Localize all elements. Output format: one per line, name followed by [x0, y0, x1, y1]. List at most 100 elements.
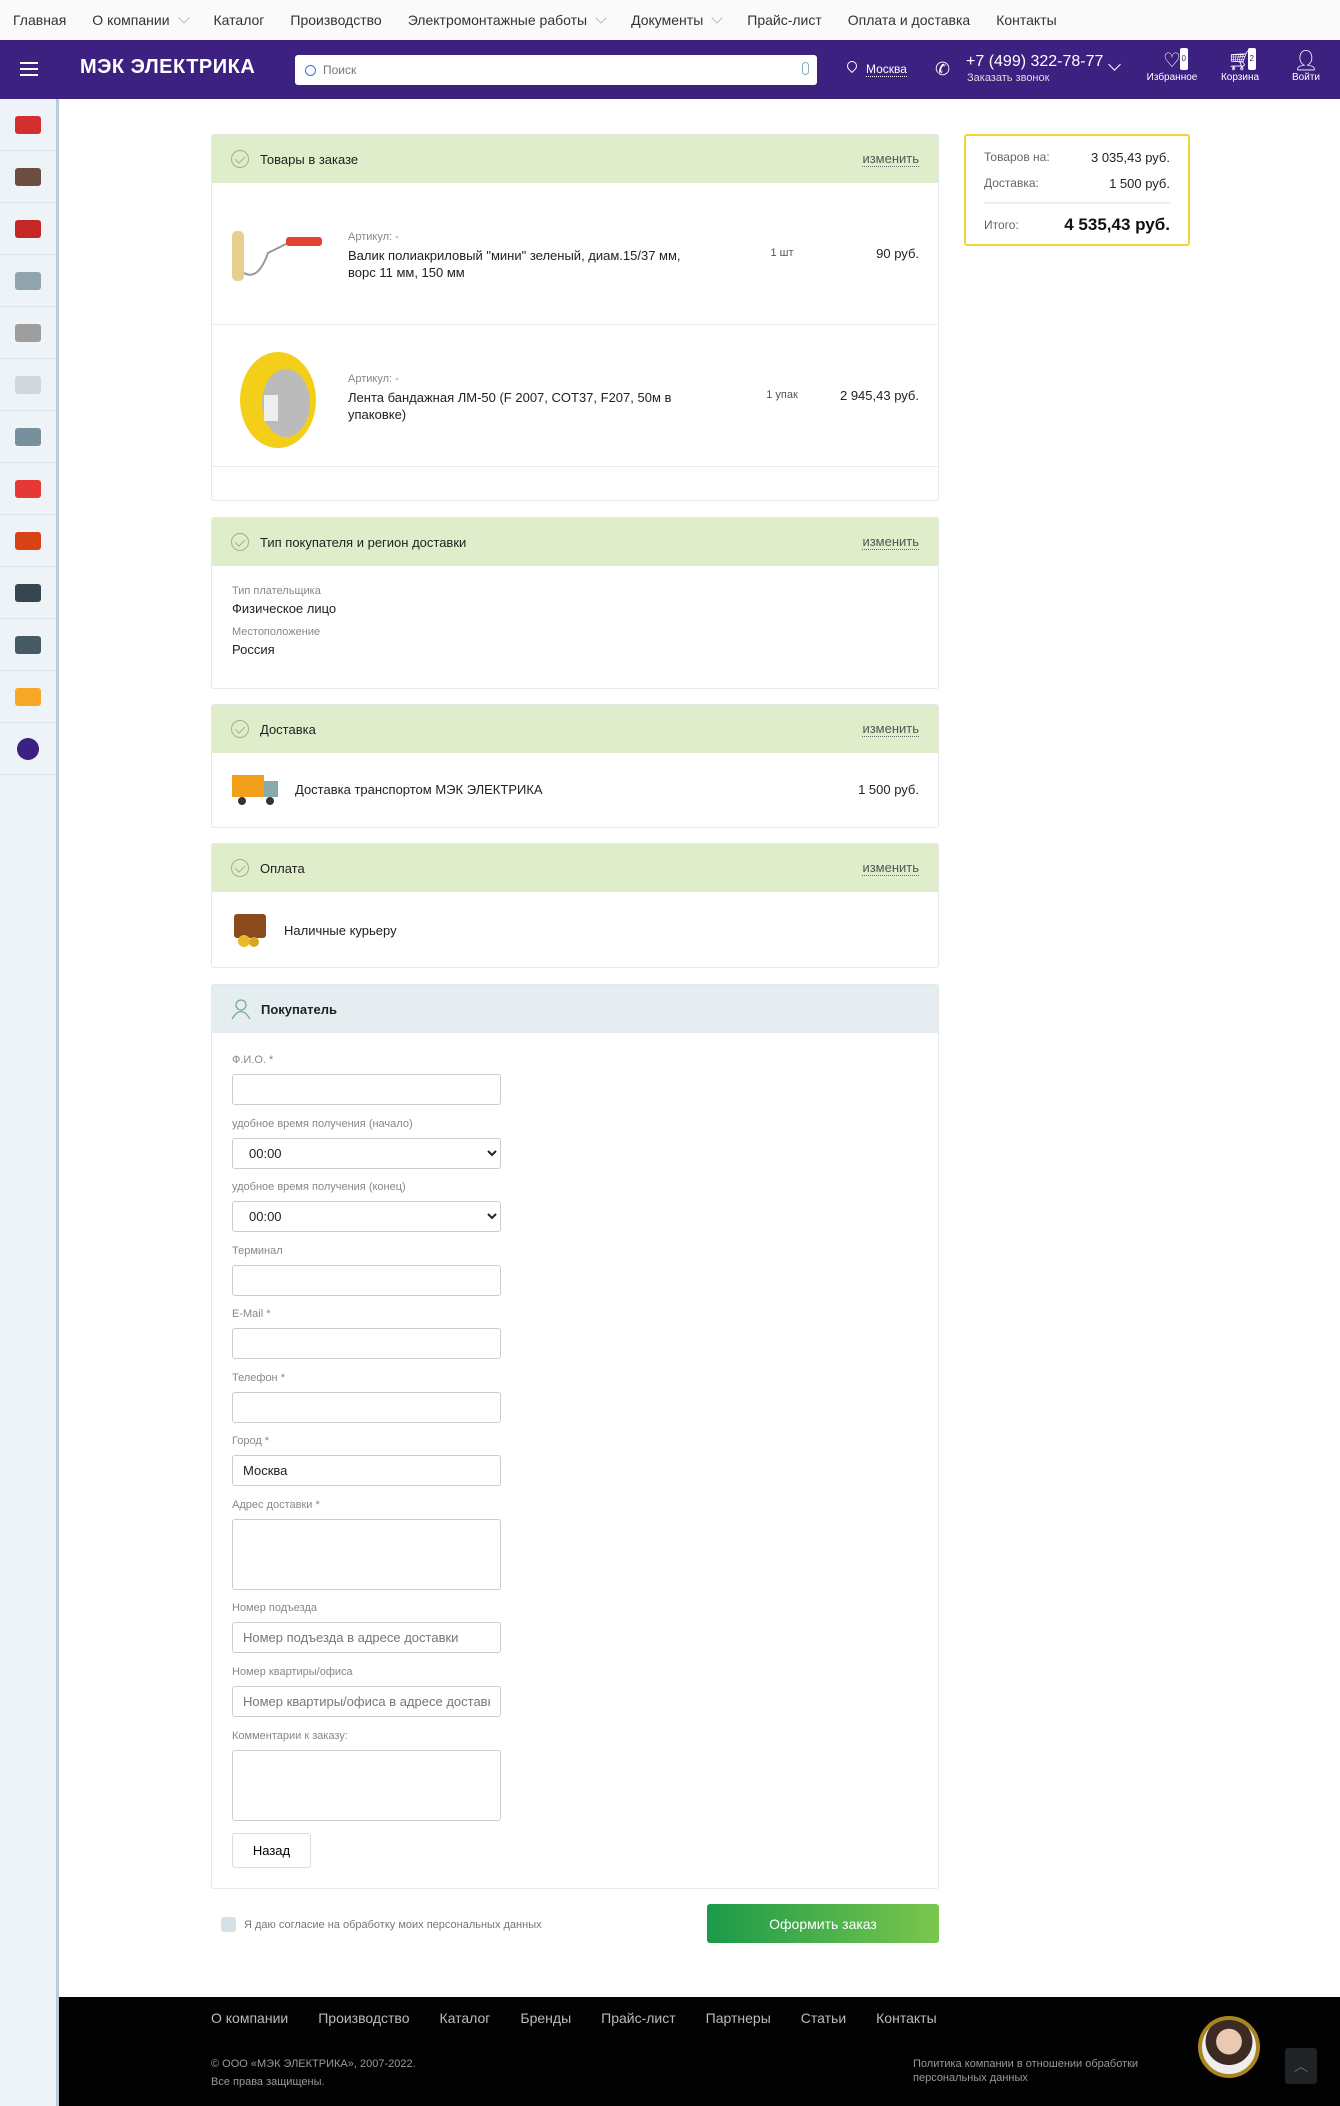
location-label: Местоположение: [232, 626, 321, 638]
sidebar-category-item[interactable]: [0, 411, 56, 463]
consent-label: Я даю согласие на обработку моих персона…: [244, 1918, 542, 1931]
chevron-down-icon: [177, 11, 190, 24]
sidebar-category-item[interactable]: [0, 567, 56, 619]
sidebar-category-item[interactable]: [0, 359, 56, 411]
topnav-item[interactable]: Контакты: [996, 12, 1056, 28]
footer-links: О компании Производство Каталог Бренды Прайс…: [211, 2010, 937, 2026]
sidebar-category-item[interactable]: [0, 671, 56, 723]
cart-button[interactable]: 🛒︎ 2 Корзина: [1210, 48, 1270, 83]
sidebar-category-item[interactable]: [0, 151, 56, 203]
footer-link[interactable]: Каталог: [440, 2010, 491, 2026]
email-input[interactable]: [232, 1328, 501, 1359]
address-textarea[interactable]: [232, 1519, 501, 1590]
topnav-item[interactable]: Документы: [631, 11, 723, 28]
field-label: Номер подъезда: [232, 1602, 318, 1614]
back-button[interactable]: Назад: [232, 1833, 311, 1868]
time-end-select[interactable]: 00:00: [232, 1201, 501, 1232]
logo[interactable]: МЭК ЭЛЕКТРИКА: [80, 56, 255, 79]
fio-input[interactable]: [232, 1074, 501, 1105]
search-input[interactable]: [323, 63, 773, 77]
phone-input[interactable]: [232, 1392, 501, 1423]
sidebar-category-item[interactable]: [0, 619, 56, 671]
edit-link[interactable]: изменить: [862, 860, 919, 876]
edit-link[interactable]: изменить: [862, 151, 919, 167]
callback-link[interactable]: Заказать звонок: [967, 72, 1049, 84]
consent-checkbox-row[interactable]: Я даю согласие на обработку моих персона…: [221, 1917, 542, 1932]
city-selector[interactable]: Москва: [866, 62, 907, 77]
payer-type-label: Тип плательщика: [232, 585, 321, 597]
consent-checkbox[interactable]: [221, 1917, 236, 1932]
category-icon: [15, 323, 41, 342]
phone-number[interactable]: +7 (499) 322-78-77: [966, 53, 1103, 71]
category-icon: [17, 737, 39, 760]
terminal-input[interactable]: [232, 1265, 501, 1296]
delivery-price: 1 500 руб.: [858, 782, 919, 797]
item-article: Артикул: -: [348, 231, 399, 243]
topnav-item[interactable]: Оплата и доставка: [848, 12, 970, 28]
user-icon: 👤︎: [1293, 50, 1319, 72]
topnav-item[interactable]: Главная: [13, 12, 66, 28]
city-input[interactable]: [232, 1455, 501, 1486]
topnav-item[interactable]: Каталог: [214, 12, 265, 28]
sidebar-category-item[interactable]: [0, 463, 56, 515]
footer-link[interactable]: Производство: [318, 2010, 409, 2026]
sidebar-category-item[interactable]: [0, 203, 56, 255]
topnav-label: Главная: [13, 12, 67, 28]
menu-icon[interactable]: [20, 62, 38, 76]
field-label: Город *: [232, 1435, 270, 1447]
heart-icon: ♡ 0: [1163, 48, 1188, 72]
chevron-down-icon[interactable]: [1108, 58, 1121, 71]
search-icon[interactable]: [305, 64, 316, 76]
sidebar-category-item[interactable]: [0, 255, 56, 307]
footer-link[interactable]: Прайс-лист: [601, 2010, 676, 2026]
footer-link[interactable]: Партнеры: [706, 2010, 771, 2026]
footer-link[interactable]: Контакты: [876, 2010, 936, 2026]
sidebar-category-item[interactable]: [0, 515, 56, 567]
delivery-label: Доставка:: [984, 176, 1039, 190]
category-icon: [15, 271, 41, 290]
sidebar-category-item[interactable]: [0, 723, 56, 775]
apartment-input[interactable]: [232, 1686, 501, 1717]
goods-label: Товаров на:: [984, 150, 1050, 164]
item-qty: 1 упак: [766, 389, 798, 401]
topnav-item[interactable]: Производство: [290, 12, 381, 28]
category-icon: [15, 583, 41, 602]
footer-link[interactable]: О компании: [211, 2010, 288, 2026]
edit-link[interactable]: изменить: [862, 534, 919, 550]
microphone-icon[interactable]: [802, 62, 809, 75]
footer-link[interactable]: Бренды: [520, 2010, 571, 2026]
topnav-item[interactable]: Прайс-лист: [747, 12, 822, 28]
order-item: Артикул: - Лента бандажная ЛМ-50 (F 2007…: [212, 325, 938, 467]
topnav-item[interactable]: О компании: [92, 11, 190, 28]
privacy-policy-link[interactable]: Политика компании в отношении обработки …: [913, 2057, 1173, 2085]
category-icon: [15, 219, 41, 238]
login-button[interactable]: 👤︎ Войти: [1276, 50, 1336, 83]
goods-value: 3 035,43 руб.: [1090, 150, 1170, 165]
topnav-label: Каталог: [213, 12, 265, 28]
time-start-select[interactable]: 00:00: [232, 1138, 501, 1169]
entrance-input[interactable]: [232, 1622, 501, 1653]
logo-text: МЭК ЭЛЕКТРИКА: [80, 56, 256, 78]
favorites-button[interactable]: ♡ 0 Избранное: [1142, 48, 1202, 83]
place-order-button[interactable]: Оформить заказ: [707, 1904, 939, 1943]
category-icon: [15, 115, 41, 134]
order-items-section: Товары в заказе изменить Артикул: - Валик…: [211, 134, 939, 501]
favorites-count: 0: [1179, 48, 1188, 70]
scroll-to-top-button[interactable]: ︿: [1285, 2048, 1317, 2084]
item-name[interactable]: Валик полиакриловый "мини" зеленый, диам…: [348, 247, 708, 281]
sidebar-category-item[interactable]: [0, 307, 56, 359]
footer-link[interactable]: Статьи: [801, 2010, 846, 2026]
section-title: Тип покупателя и регион доставки: [260, 534, 467, 550]
item-name[interactable]: Лента бандажная ЛМ-50 (F 2007, COT37, F2…: [348, 389, 708, 423]
total-label: Итого:: [984, 218, 1019, 232]
favorites-label: Избранное: [1146, 72, 1198, 83]
topnav-label: Документы: [631, 12, 704, 28]
check-circle-icon: [231, 150, 249, 168]
item-article: Артикул: -: [348, 373, 399, 385]
comment-textarea[interactable]: [232, 1750, 501, 1821]
topnav-item[interactable]: Электромонтажные работы: [408, 11, 607, 28]
consultant-avatar[interactable]: [1198, 2016, 1260, 2078]
edit-link[interactable]: изменить: [862, 721, 919, 737]
chevron-down-icon: [595, 11, 607, 24]
sidebar-category-item[interactable]: [0, 99, 56, 151]
